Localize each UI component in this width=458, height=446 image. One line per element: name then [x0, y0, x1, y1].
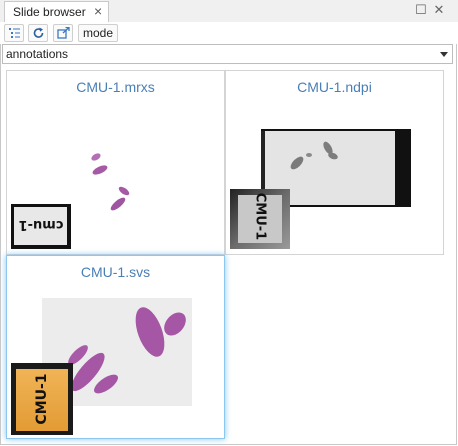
maximize-icon[interactable]: ☐ [414, 3, 428, 17]
toolbar: mode [0, 22, 458, 44]
export-button[interactable] [53, 24, 73, 42]
tab-slide-browser[interactable]: Slide browser × [4, 1, 109, 22]
slide-card[interactable]: CMU-1.ndpi CMU-1 [225, 70, 444, 255]
slide-title[interactable]: CMU-1.svs [7, 264, 224, 280]
slide-grid: CMU-1.mrxs cmu-1 CMU-1.ndpi CMU-1 CMU-1.… [6, 70, 444, 445]
slide-label-image: CMU-1 [230, 189, 290, 249]
list-settings-button[interactable] [4, 24, 24, 42]
tab-close-icon[interactable]: × [94, 4, 102, 18]
refresh-button[interactable] [28, 24, 48, 42]
refresh-icon [33, 27, 44, 38]
window-close-icon[interactable]: ✕ [432, 3, 446, 17]
slide-title[interactable]: CMU-1.mrxs [7, 79, 224, 95]
annotations-select[interactable]: annotations [2, 44, 453, 64]
slide-label-image: CMU-1 [11, 363, 73, 435]
slide-label-image: cmu-1 [11, 204, 71, 249]
list-settings-icon [9, 28, 20, 38]
slide-card-selected[interactable]: CMU-1.svs CMU-1 [6, 255, 225, 439]
tab-bar: Slide browser × ☐ ✕ [0, 0, 458, 23]
chevron-down-icon [440, 52, 448, 57]
slide-title[interactable]: CMU-1.ndpi [226, 79, 443, 95]
slide-thumbnail [91, 153, 130, 211]
label-text: CMU-1 [252, 192, 268, 241]
select-value: annotations [6, 47, 69, 61]
label-text: CMU-1 [34, 373, 50, 425]
tab-title: Slide browser [13, 5, 86, 19]
export-icon [57, 27, 70, 39]
slide-card[interactable]: CMU-1.mrxs cmu-1 [6, 70, 225, 255]
label-text: cmu-1 [18, 217, 64, 232]
mode-button[interactable]: mode [78, 24, 118, 42]
